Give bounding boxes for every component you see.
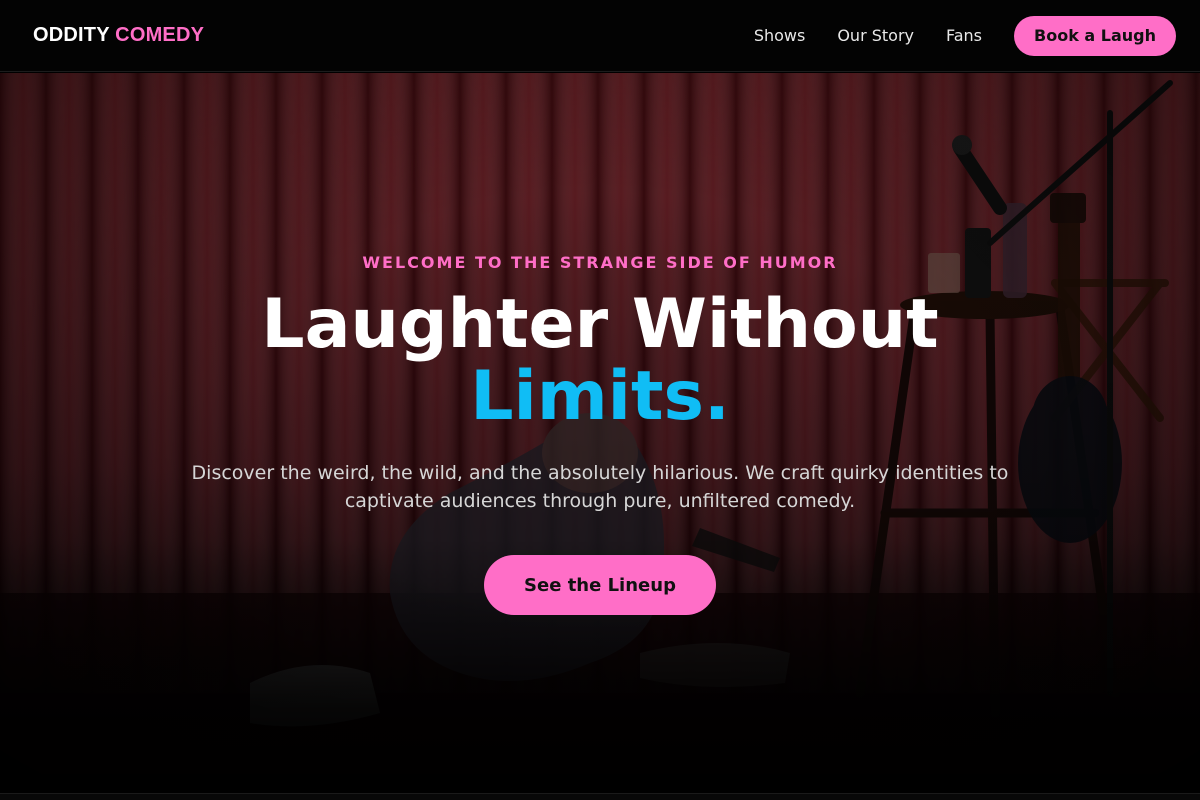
hero-eyebrow: WELCOME TO THE STRANGE SIDE OF HUMOR <box>362 253 838 272</box>
see-the-lineup-button[interactable]: See the Lineup <box>484 555 716 615</box>
hero-headline: Laughter Without Limits. <box>0 289 1200 433</box>
nav-link-shows[interactable]: Shows <box>754 26 806 45</box>
hero-headline-main: Laughter Without <box>261 285 939 364</box>
nav-links: Shows Our Story Fans Book a Laugh <box>754 15 1176 56</box>
page: ODDITY COMEDY Shows Our Story Fans Book … <box>0 0 1200 800</box>
nav-link-our-story[interactable]: Our Story <box>837 26 914 45</box>
brand-logo[interactable]: ODDITY COMEDY <box>33 24 204 47</box>
hero-content: WELCOME TO THE STRANGE SIDE OF HUMOR Lau… <box>0 73 1200 793</box>
next-section-edge <box>0 793 1200 800</box>
navbar: ODDITY COMEDY Shows Our Story Fans Book … <box>0 0 1200 72</box>
hero-headline-accent: Limits. <box>470 357 730 436</box>
brand-name-primary: ODDITY <box>33 24 110 46</box>
book-a-laugh-button[interactable]: Book a Laugh <box>1014 15 1176 56</box>
hero-subtitle: Discover the weird, the wild, and the ab… <box>191 462 1009 512</box>
hero-section: WELCOME TO THE STRANGE SIDE OF HUMOR Lau… <box>0 73 1200 793</box>
brand-name-accent: COMEDY <box>115 24 205 46</box>
nav-link-fans[interactable]: Fans <box>946 26 982 45</box>
